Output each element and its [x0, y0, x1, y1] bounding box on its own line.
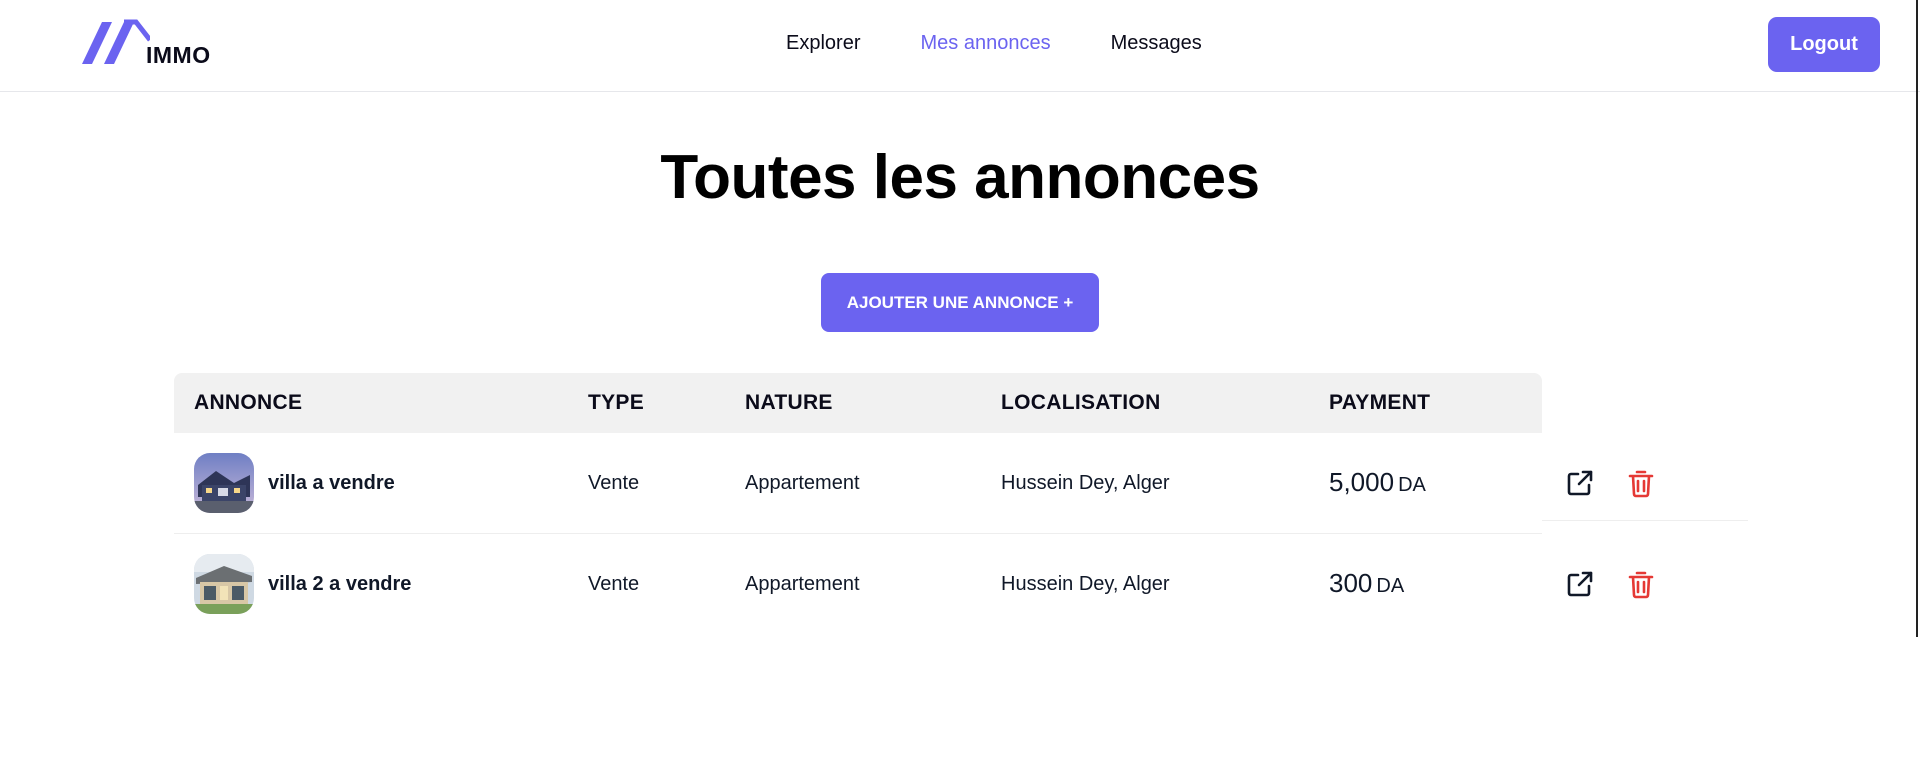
open-listing-button[interactable] [1564, 467, 1596, 499]
page-title: Toutes les annonces [660, 143, 1260, 212]
delete-listing-button[interactable] [1625, 568, 1657, 600]
listing-title: villa 2 a vendre [268, 573, 412, 595]
listing-thumbnail[interactable] [194, 453, 254, 513]
open-listing-button[interactable] [1564, 568, 1596, 600]
add-listing-label: AJOUTER UNE ANNONCE + [846, 292, 1074, 312]
trash-icon [1628, 571, 1654, 599]
column-header-localisation: LOCALISATION [1001, 391, 1161, 414]
navbar: IMMO Explorer Mes annonces Messages Logo… [0, 0, 1920, 92]
nav-mes-annonces[interactable]: Mes annonces [920, 32, 1050, 55]
column-header-type: TYPE [588, 391, 645, 414]
listing-title: villa a vendre [268, 472, 395, 494]
listing-thumbnail[interactable] [194, 554, 254, 614]
nav-explorer[interactable]: Explorer [786, 32, 860, 55]
add-listing-button[interactable]: AJOUTER UNE ANNONCE + [821, 273, 1099, 332]
logout-button[interactable]: Logout [1768, 17, 1880, 72]
listing-location: Hussein Dey, Alger [1001, 472, 1170, 494]
listing-price: 300 DA [1329, 568, 1404, 599]
delete-listing-button[interactable] [1625, 467, 1657, 499]
listing-nature: Appartement [745, 573, 860, 595]
trash-icon [1628, 470, 1654, 498]
table-row: villa a vendre Vente Appartement Hussein… [174, 433, 1724, 533]
listing-type: Vente [588, 573, 640, 595]
listing-price: 5,000 DA [1329, 467, 1426, 498]
price-currency: DA [1398, 474, 1426, 496]
row-divider [1542, 520, 1748, 521]
column-header-payment: PAYMENT [1329, 391, 1431, 414]
table-header: ANNONCE TYPE NATURE LOCALISATION PAYMENT [174, 373, 1542, 433]
logo[interactable]: IMMO [80, 18, 220, 68]
external-link-icon [1567, 470, 1593, 496]
house-photo-icon [194, 453, 254, 513]
scrollbar[interactable] [1916, 0, 1918, 637]
listing-nature: Appartement [745, 472, 860, 494]
price-amount: 5,000 [1329, 467, 1395, 497]
column-header-annonce: ANNONCE [194, 391, 303, 414]
external-link-icon [1567, 571, 1593, 597]
table-row: villa 2 a vendre Vente Appartement Husse… [174, 534, 1724, 634]
house-photo-icon [194, 554, 254, 614]
nav-messages[interactable]: Messages [1111, 32, 1202, 55]
price-amount: 300 [1329, 568, 1373, 598]
listing-type: Vente [588, 472, 640, 494]
logo-mark-icon [82, 19, 150, 64]
logo-text: IMMO [146, 42, 211, 68]
main-nav: Explorer Mes annonces Messages [786, 32, 1202, 55]
column-header-nature: NATURE [745, 391, 833, 414]
listing-location: Hussein Dey, Alger [1001, 573, 1170, 595]
price-currency: DA [1376, 575, 1405, 597]
